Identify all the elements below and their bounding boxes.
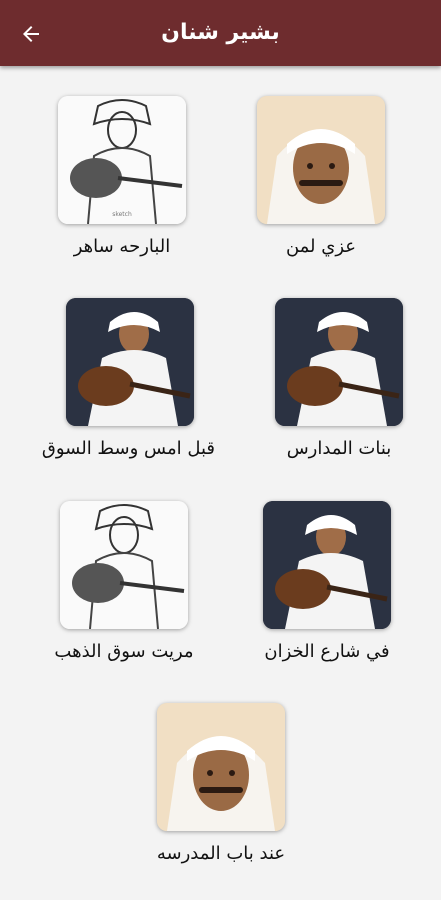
svg-text:sketch: sketch [112, 211, 132, 218]
song-item[interactable]: عند باب المدرسه [136, 703, 306, 893]
song-thumbnail [60, 501, 188, 629]
song-thumbnail [275, 298, 403, 426]
song-title: في شارع الخزان [264, 641, 390, 662]
song-thumbnail [66, 298, 194, 426]
song-item[interactable]: بنات المدارس [254, 298, 424, 488]
song-item[interactable]: مريت سوق الذهب [39, 501, 209, 691]
page-title: بشير شنان [161, 20, 280, 45]
song-title: بنات المدارس [286, 438, 392, 459]
song-item[interactable]: sketch البارحه ساهر [37, 96, 207, 286]
song-thumbnail: sketch [58, 96, 186, 224]
song-title: مريت سوق الذهب [54, 641, 194, 662]
song-thumbnail [263, 501, 391, 629]
app-bar: بشير شنان [0, 0, 441, 66]
song-item[interactable]: في شارع الخزان [242, 501, 412, 691]
song-title: عزي لمن [285, 236, 357, 257]
song-title: قبل امس وسط السوق [41, 438, 215, 459]
song-title: عند باب المدرسه [156, 843, 286, 864]
song-item[interactable]: عزي لمن [236, 96, 406, 286]
song-thumbnail [257, 96, 385, 224]
song-title: البارحه ساهر [73, 236, 171, 257]
song-thumbnail [157, 703, 285, 831]
song-item[interactable]: قبل امس وسط السوق [41, 298, 215, 488]
